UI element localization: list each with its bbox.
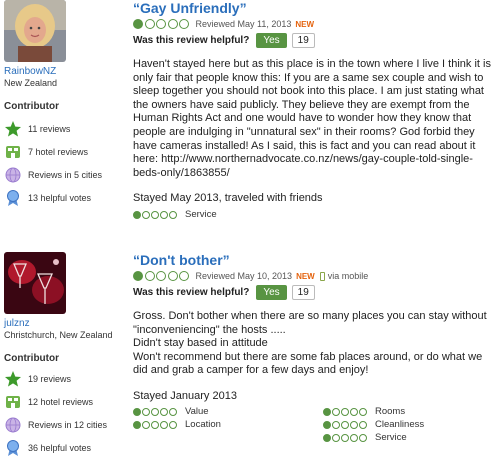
rating-bubbles (323, 420, 368, 429)
reviewer-name[interactable]: RainbowNZ (4, 66, 122, 77)
stat-label: Reviews in 12 cities (28, 419, 108, 430)
review-title[interactable]: “Don't bother” (133, 252, 499, 268)
hotel-review-icon (4, 143, 22, 161)
helpful-row: Was this review helpful? Yes 19 (133, 285, 499, 300)
helpful-yes-button[interactable]: Yes (256, 33, 287, 48)
rating-bubbles (133, 420, 178, 429)
subrating-label: Location (185, 419, 221, 431)
subrating-label: Rooms (375, 406, 406, 418)
subrating-location: Location (133, 419, 323, 431)
stat-cities[interactable]: Reviews in 5 cities (4, 163, 122, 186)
mobile-phone-icon (319, 271, 325, 281)
stat-cities[interactable]: Reviews in 12 cities (4, 413, 122, 436)
review-star-icon (4, 120, 22, 138)
cities-globe-icon (4, 166, 22, 184)
stat-reviews[interactable]: 11 reviews (4, 117, 122, 140)
review-meta: Reviewed May 10, 2013 NEW via mobile (133, 271, 499, 281)
hotel-review-icon (4, 393, 22, 411)
subrating-cleanliness: Cleanliness (323, 419, 502, 431)
stat-label: 36 helpful votes (28, 442, 92, 453)
subrating-service: Service (323, 432, 502, 444)
stay-info: Stayed May 2013, traveled with friends (133, 192, 323, 205)
stat-hotel-reviews[interactable]: 7 hotel reviews (4, 140, 122, 163)
stat-label: 19 reviews (28, 373, 72, 384)
stat-label: 11 reviews (28, 123, 71, 134)
review-content: “Don't bother” Reviewed May 10, 2013 NEW… (133, 252, 499, 444)
review-star-icon (4, 370, 22, 388)
helpful-label: Was this review helpful? (133, 287, 250, 298)
reviewer-location: New Zealand (4, 78, 58, 88)
review-text: Haven't stayed here but as this place is… (133, 58, 491, 179)
stay-info: Stayed January 2013 (133, 389, 237, 402)
review-card: RainbowNZ New Zealand Contributor 11 rev… (0, 0, 502, 250)
subrating-label: Cleanliness (375, 419, 425, 431)
reviewer-profile: julznz Christchurch, New Zealand Contrib… (4, 252, 122, 459)
helpful-count: 19 (291, 285, 315, 300)
reviewer-level: Contributor (4, 353, 59, 364)
subrating-label: Service (375, 432, 407, 444)
helpful-vote-ribbon-icon (4, 439, 22, 457)
review-card: julznz Christchurch, New Zealand Contrib… (0, 252, 502, 471)
subratings: Value Rooms Location Cleanliness Service (133, 406, 499, 444)
stat-reviews[interactable]: 19 reviews (4, 367, 122, 390)
new-badge: NEW (296, 271, 315, 281)
cities-globe-icon (4, 416, 22, 434)
review-text-line: Gross. Don't bother when there are so ma… (133, 310, 487, 336)
review-body: Gross. Don't bother when there are so ma… (133, 310, 499, 378)
avatar[interactable] (4, 0, 66, 62)
review-content: “Gay Unfriendly” Reviewed May 11, 2013 N… (133, 0, 499, 220)
via-mobile: via mobile (319, 271, 369, 281)
subrating-service: Service (133, 209, 499, 220)
reviewer-name[interactable]: julznz (4, 318, 122, 329)
rating-bubbles (323, 433, 368, 442)
review-date: Reviewed May 10, 2013 (195, 271, 293, 281)
reviewer-profile: RainbowNZ New Zealand Contributor 11 rev… (4, 0, 122, 209)
rating-bubbles (133, 19, 191, 29)
rating-bubbles (133, 210, 178, 219)
rating-bubbles (133, 407, 178, 416)
review-text-line: Won't recommend but there are some fab p… (133, 350, 483, 377)
reviewer-location: Christchurch, New Zealand (4, 330, 113, 340)
helpful-yes-button[interactable]: Yes (256, 285, 287, 300)
rating-bubbles (323, 407, 368, 416)
review-text-line: Didn't stay based in attitude (133, 337, 268, 350)
stat-label: 12 hotel reviews (28, 396, 94, 407)
stat-label: Reviews in 5 cities (28, 169, 103, 180)
stat-helpful-votes[interactable]: 13 helpful votes (4, 186, 122, 209)
via-mobile-label: via mobile (327, 271, 369, 281)
helpful-label: Was this review helpful? (133, 35, 250, 46)
helpful-count: 19 (291, 33, 315, 48)
subrating-rooms: Rooms (323, 406, 502, 418)
subrating-placeholder (133, 432, 323, 444)
reviewer-level: Contributor (4, 101, 59, 112)
stat-label: 13 helpful votes (28, 192, 92, 203)
new-badge: NEW (295, 19, 315, 29)
stat-hotel-reviews[interactable]: 12 hotel reviews (4, 390, 122, 413)
subrating-label: Value (185, 406, 209, 418)
review-meta: Reviewed May 11, 2013 NEW (133, 19, 499, 29)
helpful-vote-ribbon-icon (4, 189, 22, 207)
stat-label: 7 hotel reviews (28, 146, 89, 157)
rating-bubbles (133, 271, 191, 281)
stat-helpful-votes[interactable]: 36 helpful votes (4, 436, 122, 459)
review-title[interactable]: “Gay Unfriendly” (133, 0, 499, 16)
review-date: Reviewed May 11, 2013 (195, 19, 292, 29)
subrating-value: Value (133, 406, 323, 418)
helpful-row: Was this review helpful? Yes 19 (133, 33, 499, 48)
review-body: Haven't stayed here but as this place is… (133, 58, 499, 180)
avatar[interactable] (4, 252, 66, 314)
subrating-label: Service (185, 209, 217, 221)
